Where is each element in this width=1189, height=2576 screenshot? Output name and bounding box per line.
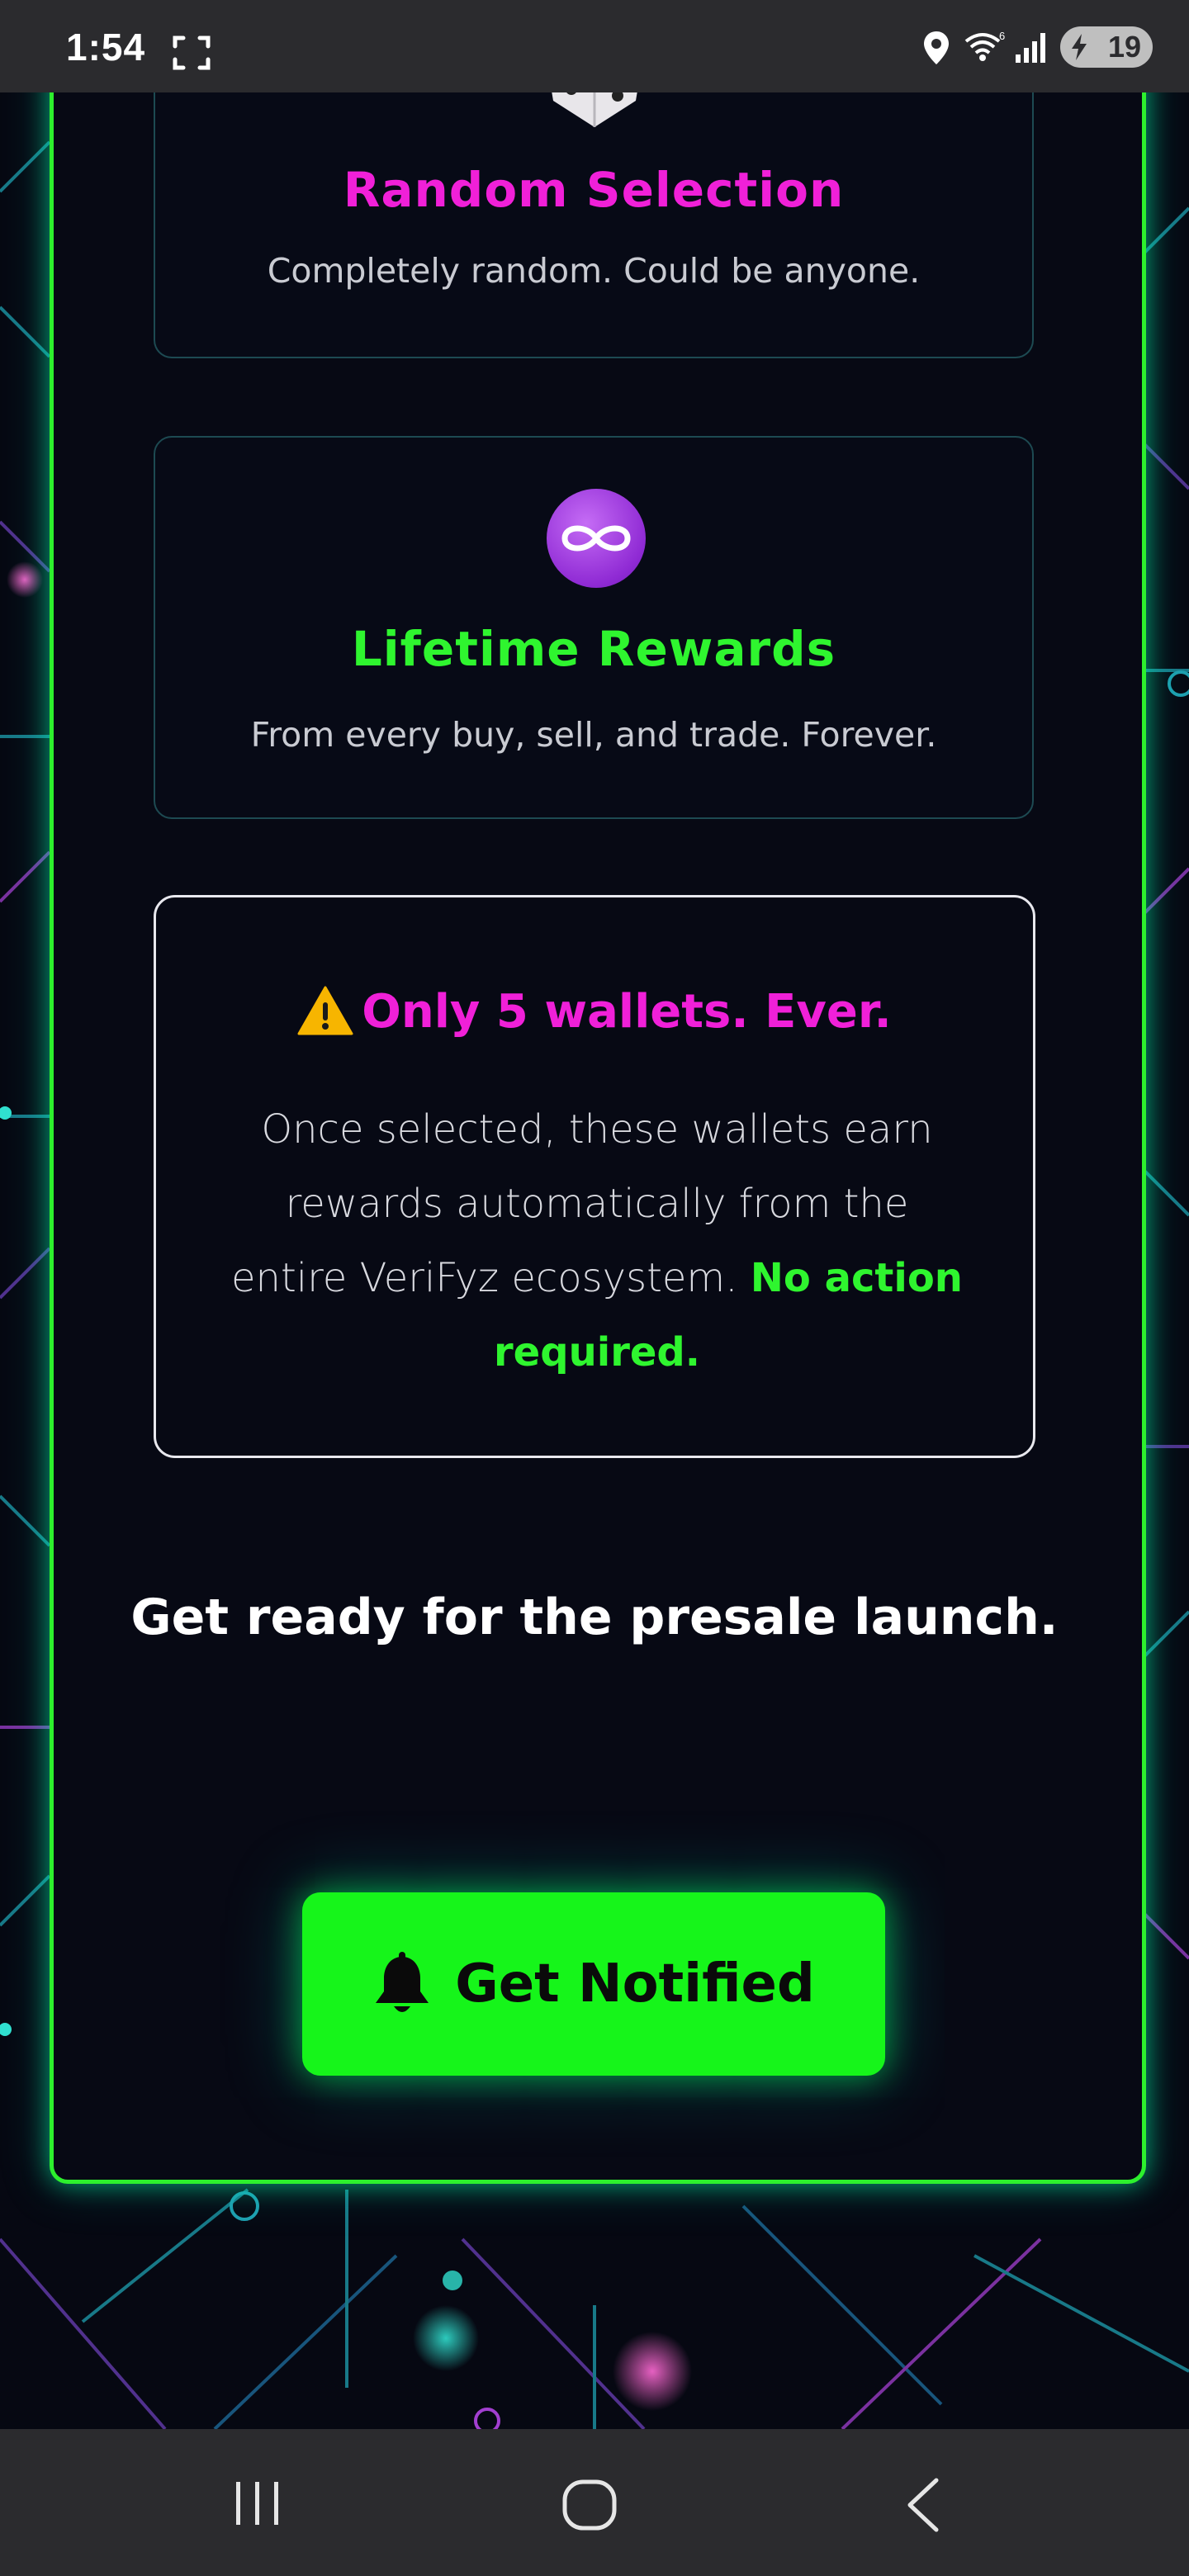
presale-heading: Get ready for the presale launch. [130, 1589, 1059, 1646]
wallet-limit-notice: Only 5 wallets. Ever. Once selected, the… [154, 895, 1035, 1458]
battery-level: 19 [1107, 30, 1141, 64]
get-notified-label: Get Notified [455, 1953, 815, 2015]
navigation-bar [0, 2429, 1189, 2576]
recents-icon[interactable] [233, 2479, 282, 2528]
feature-description: Completely random. Could be anyone. [267, 251, 921, 291]
infinity-icon [547, 489, 646, 588]
location-icon [924, 31, 949, 64]
bell-icon [376, 1952, 429, 2012]
status-time: 1:54 [66, 26, 146, 69]
home-icon[interactable] [561, 2479, 618, 2531]
battery-indicator: 19 [1060, 26, 1153, 68]
feature-description: From every buy, sell, and trade. Forever… [250, 715, 937, 755]
warning-icon [297, 986, 353, 1035]
feature-lifetime-rewards: Lifetime Rewards From every buy, sell, a… [154, 436, 1034, 819]
get-notified-button[interactable]: Get Notified [302, 1892, 885, 2076]
signal-icon [1016, 33, 1045, 63]
warning-body: Once selected, these wallets earn reward… [231, 1106, 963, 1376]
back-icon[interactable] [903, 2477, 943, 2533]
status-bar: 1:54 6 19 [0, 0, 1189, 92]
feature-title: Lifetime Rewards [351, 621, 836, 677]
screenshot-icon [173, 36, 211, 70]
feature-title: Random Selection [343, 162, 845, 218]
warning-title: Only 5 wallets. Ever. [156, 985, 1033, 1039]
svg-text:6: 6 [999, 30, 1005, 42]
battery-charging-icon [1072, 34, 1087, 60]
wifi-icon: 6 [964, 30, 1005, 61]
